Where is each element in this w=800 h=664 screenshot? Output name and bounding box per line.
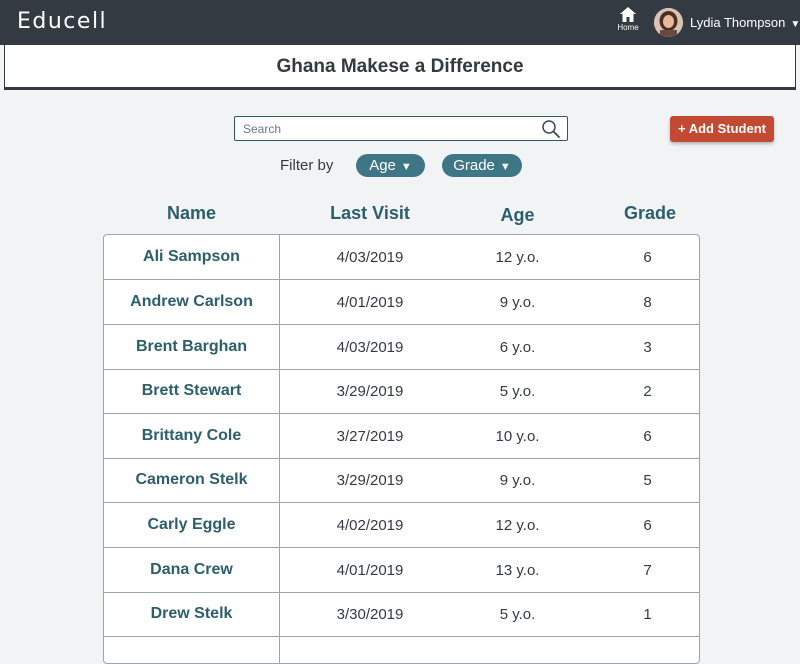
- home-button[interactable]: Home: [612, 7, 644, 39]
- table-row[interactable]: Carly Eggle 4/02/2019 12 y.o. 6: [104, 503, 699, 548]
- age: 9 y.o.: [499, 472, 536, 489]
- age: 9 y.o.: [499, 294, 536, 311]
- filter-age-dropdown[interactable]: Age ▼: [356, 154, 425, 177]
- last-visit: 3/30/2019: [336, 606, 404, 623]
- age: 12 y.o.: [495, 517, 540, 534]
- column-header-grade[interactable]: Grade: [590, 203, 710, 224]
- grade: 2: [643, 383, 652, 400]
- age: 10 y.o.: [495, 428, 540, 445]
- user-menu[interactable]: Lydia Thompson ▼: [690, 15, 800, 30]
- grade: 3: [643, 339, 652, 356]
- last-visit: 3/27/2019: [336, 428, 404, 445]
- table-row[interactable]: Brett Stewart 3/29/2019 5 y.o. 2: [104, 369, 699, 414]
- grade: 6: [643, 428, 652, 445]
- student-name[interactable]: Ali Sampson: [104, 248, 279, 266]
- last-visit: 3/29/2019: [336, 472, 404, 489]
- age: 13 y.o.: [495, 562, 540, 579]
- grade: 8: [643, 294, 652, 311]
- students-table: Ali Sampson 4/03/2019 12 y.o. 6 Andrew C…: [103, 234, 700, 664]
- chevron-down-icon: ▼: [400, 161, 412, 173]
- last-visit: 3/29/2019: [336, 383, 404, 400]
- grade: 6: [643, 249, 652, 266]
- search-input[interactable]: [235, 117, 535, 140]
- filter-label: Filter by: [280, 157, 334, 174]
- grade: 1: [643, 606, 652, 623]
- table-row[interactable]: Cameron Stelk 3/29/2019 9 y.o. 5: [104, 458, 699, 503]
- filter-grade-dropdown[interactable]: Grade ▼: [442, 154, 522, 177]
- user-name: Lydia Thompson: [690, 15, 786, 30]
- home-icon: [620, 7, 636, 22]
- home-label: Home: [617, 23, 639, 32]
- grade: 6: [643, 517, 652, 534]
- add-student-button[interactable]: + Add Student: [670, 116, 774, 142]
- top-bar: Educell Home Lydia Thompson ▼: [0, 0, 800, 45]
- last-visit: 4/01/2019: [336, 562, 404, 579]
- last-visit: 4/03/2019: [336, 339, 404, 356]
- table-row[interactable]: Ali Sampson 4/03/2019 12 y.o. 6: [104, 235, 699, 280]
- student-name[interactable]: Carly Eggle: [104, 516, 279, 534]
- student-name[interactable]: Brett Stewart: [104, 382, 279, 400]
- filter-age-label: Age: [369, 157, 396, 174]
- grade: 5: [643, 472, 652, 489]
- last-visit: 4/01/2019: [336, 294, 404, 311]
- student-name[interactable]: Brent Barghan: [104, 338, 279, 356]
- column-header-name[interactable]: Name: [104, 203, 279, 224]
- age: 6 y.o.: [499, 339, 536, 356]
- last-visit: 4/02/2019: [336, 517, 404, 534]
- table-row[interactable]: Brittany Cole 3/27/2019 10 y.o. 6: [104, 414, 699, 459]
- column-divider: [279, 637, 280, 663]
- table-row[interactable]: Andrew Carlson 4/01/2019 9 y.o. 8: [104, 280, 699, 325]
- chevron-down-icon: ▼: [499, 161, 511, 173]
- table-row[interactable]: Brent Barghan 4/03/2019 6 y.o. 3: [104, 325, 699, 370]
- page-title: Ghana Makese a Difference: [276, 56, 524, 77]
- search-box[interactable]: [234, 116, 568, 141]
- student-name[interactable]: Andrew Carlson: [104, 293, 279, 311]
- table-row[interactable]: Drew Stelk 3/30/2019 5 y.o. 1: [104, 592, 699, 637]
- grade: 7: [643, 562, 652, 579]
- table-row[interactable]: Dana Crew 4/01/2019 13 y.o. 7: [104, 548, 699, 593]
- age: 5 y.o.: [499, 606, 536, 623]
- age: 12 y.o.: [495, 249, 540, 266]
- student-name[interactable]: Brittany Cole: [104, 427, 279, 445]
- search-icon[interactable]: [541, 119, 561, 139]
- column-header-last-visit[interactable]: Last Visit: [280, 203, 460, 224]
- last-visit: 4/03/2019: [336, 249, 404, 266]
- avatar[interactable]: [654, 8, 683, 37]
- filter-grade-label: Grade: [453, 157, 495, 174]
- app-brand[interactable]: Educell: [17, 9, 107, 34]
- student-name[interactable]: Cameron Stelk: [104, 471, 279, 489]
- student-name[interactable]: Drew Stelk: [104, 605, 279, 623]
- title-bar: Ghana Makese a Difference: [4, 45, 796, 90]
- chevron-down-icon: ▼: [790, 19, 800, 30]
- column-header-age[interactable]: Age: [460, 205, 575, 226]
- student-name[interactable]: Dana Crew: [104, 561, 279, 579]
- table-row[interactable]: [104, 637, 699, 663]
- age: 5 y.o.: [499, 383, 536, 400]
